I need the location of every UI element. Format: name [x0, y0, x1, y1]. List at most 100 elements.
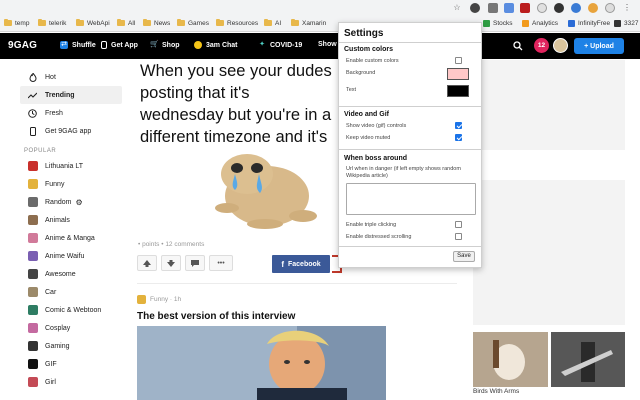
- comic-icon: [28, 305, 38, 315]
- sidebar: Hot Trending Fresh Get 9GAG app POPULAR …: [20, 68, 122, 391]
- extension-icon[interactable]: [588, 3, 598, 13]
- post2-title[interactable]: The best version of this interview: [137, 311, 295, 322]
- extension-icon[interactable]: [537, 3, 547, 13]
- nav-covid[interactable]: ✦ COVID-19: [258, 41, 302, 49]
- sidebar-item-car[interactable]: Car: [20, 283, 122, 301]
- featured-image[interactable]: [473, 332, 548, 387]
- facebook-share-button[interactable]: f Facebook: [272, 255, 330, 273]
- sidebar-item-trending[interactable]: Trending: [20, 86, 122, 104]
- bookmark-webapi[interactable]: WebApi: [76, 17, 110, 29]
- bookmark-all[interactable]: All: [117, 17, 135, 29]
- text-color-picker[interactable]: [447, 85, 469, 97]
- star-icon[interactable]: ☆: [452, 3, 462, 13]
- anime-manga-icon: [28, 233, 38, 243]
- notification-badge[interactable]: 12: [534, 38, 549, 53]
- trending-icon: [28, 91, 37, 100]
- sidebar-item-gif[interactable]: GIF: [20, 355, 122, 373]
- enable-custom-colors-label: Enable custom colors: [346, 58, 399, 64]
- sidebar-item-anime-manga[interactable]: Anime & Manga: [20, 229, 122, 247]
- sidebar-item-hot[interactable]: Hot: [20, 68, 122, 86]
- nav-3am-chat[interactable]: 3am Chat: [194, 41, 238, 49]
- sidebar-item-lithuania[interactable]: Lithuania LT: [20, 157, 122, 175]
- featured-image[interactable]: [551, 332, 625, 387]
- bookmarks-bar: ☆ ⋮ temp telerik WebApi All News Games R…: [0, 0, 640, 32]
- nav-shuffle[interactable]: ⇄ Shuffle: [60, 41, 96, 49]
- animals-icon: [28, 215, 38, 225]
- post2-meta: Funny · 1h: [137, 295, 181, 304]
- bookmark-stocks[interactable]: Stocks: [483, 17, 513, 29]
- extension-icon[interactable]: [488, 3, 498, 13]
- sidebar-item-awesome[interactable]: Awesome: [20, 265, 122, 283]
- nav-show[interactable]: Show: [318, 41, 337, 48]
- triple-click-checkbox[interactable]: [455, 221, 462, 228]
- background-color-picker[interactable]: [447, 68, 469, 80]
- sidebar-item-cosplay[interactable]: Cosplay: [20, 319, 122, 337]
- sidebar-item-anime-waifu[interactable]: Anime Waifu: [20, 247, 122, 265]
- danger-url-label: Url when in danger (if left empty shows …: [346, 166, 461, 179]
- sidebar-card: [473, 180, 625, 325]
- more-button[interactable]: •••: [209, 255, 233, 271]
- bookmark-infinityfree[interactable]: InfinityFree: [568, 17, 610, 29]
- bookmark-telerik[interactable]: telerik: [38, 17, 66, 29]
- profile-icon[interactable]: [605, 3, 615, 13]
- post-divider: [137, 283, 457, 284]
- enable-custom-colors-checkbox[interactable]: [455, 57, 462, 64]
- arrow-down-icon: [167, 259, 175, 267]
- sidebar-item-get-app[interactable]: Get 9GAG app: [20, 122, 122, 140]
- interview-image: [137, 326, 386, 400]
- fire-icon: [28, 72, 37, 82]
- comment-button[interactable]: [185, 255, 205, 271]
- extension-icon[interactable]: [554, 3, 564, 13]
- lithuania-icon: [28, 161, 38, 171]
- featured-caption[interactable]: Birds With Arms: [473, 388, 519, 395]
- separator: [339, 149, 481, 150]
- bookmark-xamarin[interactable]: Xamarin: [291, 17, 326, 29]
- sidebar-item-gaming[interactable]: Gaming: [20, 337, 122, 355]
- nav-shop[interactable]: 🛒 Shop: [150, 41, 180, 49]
- clock-icon: [28, 108, 37, 118]
- sidebar-item-girl[interactable]: Girl: [20, 373, 122, 391]
- upvote-button[interactable]: [137, 255, 157, 271]
- bookmark-resources[interactable]: Resources: [216, 17, 258, 29]
- extension-icon[interactable]: [571, 3, 581, 13]
- video-gif-heading: Video and Gif: [344, 111, 389, 118]
- folder-icon: [291, 18, 299, 26]
- extension-icon[interactable]: [504, 3, 514, 13]
- sidebar-item-animals[interactable]: Animals: [20, 211, 122, 229]
- bookmark-temp[interactable]: temp: [4, 17, 29, 29]
- upload-button[interactable]: + Upload: [574, 38, 624, 54]
- shuffle-icon: ⇄: [60, 41, 68, 49]
- keep-video-muted-checkbox[interactable]: [455, 134, 462, 141]
- bookmark-ai[interactable]: AI: [264, 17, 281, 29]
- sidebar-item-fresh[interactable]: Fresh: [20, 104, 122, 122]
- folder-icon: [216, 18, 224, 26]
- extension-icon[interactable]: [470, 3, 480, 13]
- distressed-scrolling-checkbox[interactable]: [455, 233, 462, 240]
- search-icon[interactable]: [513, 41, 523, 51]
- extension-icon[interactable]: [520, 3, 530, 13]
- site-icon: [614, 19, 621, 27]
- show-video-controls-checkbox[interactable]: [455, 122, 462, 129]
- post2-image[interactable]: [137, 326, 386, 400]
- triple-click-label: Enable triple clicking: [346, 222, 397, 228]
- logo[interactable]: 9GAG: [8, 40, 37, 51]
- nav-get-app[interactable]: Get App: [101, 41, 138, 49]
- folder-icon: [177, 18, 185, 26]
- danger-url-input[interactable]: [346, 183, 476, 215]
- awesome-icon: [28, 269, 38, 279]
- show-video-controls-label: Show video (gif) controls: [346, 123, 407, 129]
- bookmark-3327[interactable]: 3327: [614, 17, 638, 29]
- sidebar-item-comic[interactable]: Comic & Webtoon: [20, 301, 122, 319]
- crying-frog-image[interactable]: [205, 138, 320, 233]
- sidebar-item-random[interactable]: Random ⚙: [20, 193, 122, 211]
- avatar[interactable]: [553, 38, 568, 53]
- separator: [339, 42, 481, 43]
- downvote-button[interactable]: [161, 255, 181, 271]
- text-color-label: Text: [346, 87, 357, 93]
- bookmark-games[interactable]: Games: [177, 17, 209, 29]
- sidebar-item-funny[interactable]: Funny: [20, 175, 122, 193]
- menu-dots-icon[interactable]: ⋮: [622, 3, 632, 13]
- bookmark-news[interactable]: News: [143, 17, 170, 29]
- save-button[interactable]: Save: [453, 251, 475, 262]
- bookmark-analytics[interactable]: Analytics: [522, 17, 558, 29]
